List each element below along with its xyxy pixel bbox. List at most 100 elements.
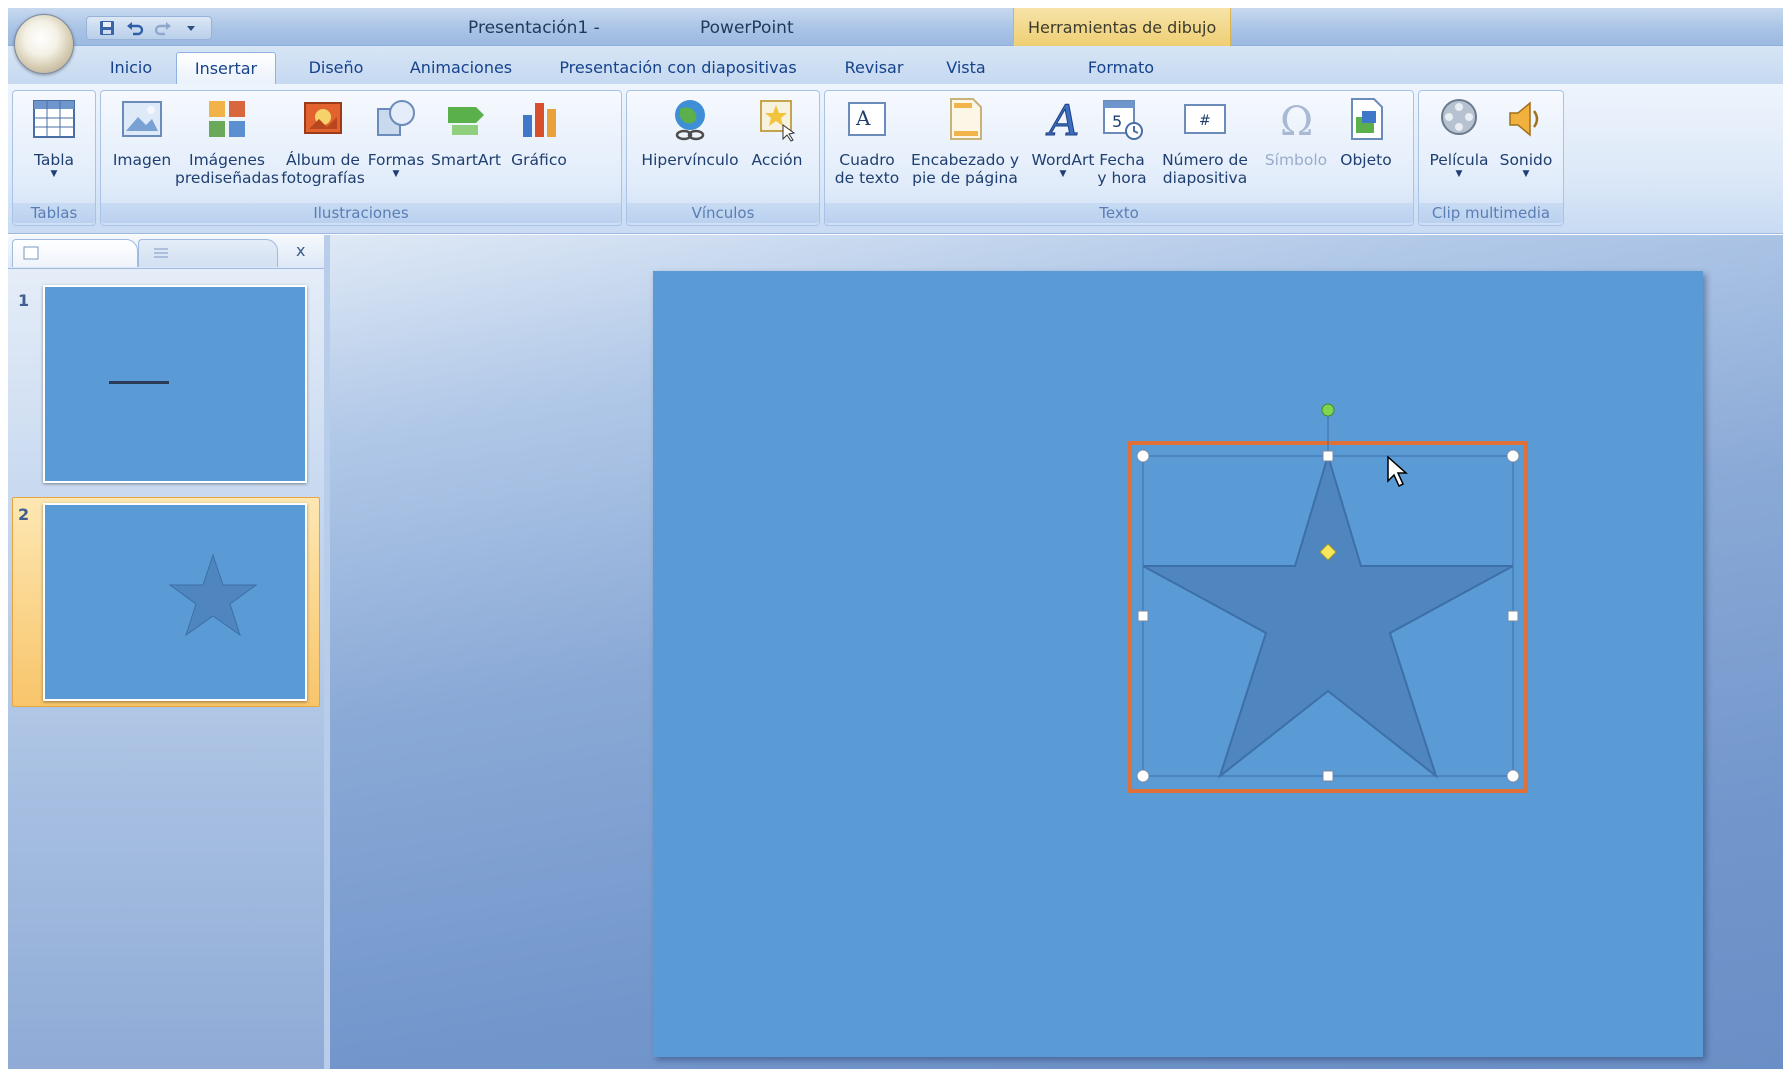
simbolo-button[interactable]: Ω Símbolo bbox=[1259, 95, 1333, 169]
svg-text:5: 5 bbox=[1112, 112, 1122, 131]
undo-icon[interactable] bbox=[125, 19, 145, 37]
svg-text:A: A bbox=[855, 106, 871, 130]
chevron-down-icon: ▼ bbox=[392, 169, 400, 179]
tab-insertar[interactable]: Insertar bbox=[176, 52, 276, 84]
redo-icon[interactable] bbox=[153, 19, 173, 37]
smartart-button[interactable]: SmartArt bbox=[421, 95, 511, 169]
document-title: Presentación1 - bbox=[468, 18, 600, 38]
slide-editor bbox=[330, 235, 1783, 1069]
fecha-label-1: Fecha bbox=[1099, 151, 1145, 169]
photo-album-icon bbox=[304, 102, 342, 134]
group-tablas: Tabla ▼ Tablas bbox=[12, 90, 96, 226]
save-icon[interactable] bbox=[97, 19, 117, 37]
svg-text:#: # bbox=[1199, 113, 1211, 129]
pelicula-label: Película bbox=[1429, 151, 1489, 169]
table-icon bbox=[33, 100, 75, 138]
resize-handle-top[interactable] bbox=[1322, 450, 1334, 462]
grafico-button[interactable]: Gráfico bbox=[499, 95, 579, 169]
action-icon bbox=[760, 100, 796, 142]
resize-handle-left[interactable] bbox=[1137, 610, 1149, 622]
customize-icon[interactable] bbox=[181, 19, 201, 37]
cuadro-de-texto-button[interactable]: A Cuadro de texto bbox=[829, 95, 905, 187]
resize-handle-bottom[interactable] bbox=[1322, 770, 1334, 782]
group-label-vinculos: Vínculos bbox=[627, 203, 819, 223]
group-label-texto: Texto bbox=[825, 203, 1413, 223]
clipart-icon bbox=[209, 101, 245, 137]
chart-icon bbox=[523, 103, 556, 137]
group-texto: A Cuadro de texto Encabezado y pie de pá… bbox=[824, 90, 1414, 226]
group-vinculos: Hipervínculo Acción Vínculos bbox=[626, 90, 820, 226]
numero-label-1: Número de bbox=[1162, 151, 1248, 169]
sonido-label: Sonido bbox=[1499, 151, 1553, 169]
rotation-handle[interactable] bbox=[1321, 403, 1335, 417]
group-clip-multimedia: Película ▼ Sonido ▼ Clip multimedia bbox=[1418, 90, 1564, 226]
grafico-label: Gráfico bbox=[511, 151, 567, 169]
close-icon[interactable]: x bbox=[296, 241, 305, 260]
omega-icon: Ω bbox=[1280, 99, 1313, 143]
tabla-label: Tabla bbox=[33, 151, 75, 169]
cuadro-label-1: Cuadro bbox=[839, 151, 895, 169]
slide-thumbnails-icon bbox=[23, 246, 39, 260]
tab-animaciones[interactable]: Animaciones bbox=[396, 52, 526, 84]
mouse-cursor-icon bbox=[1387, 455, 1408, 488]
slide-number-1: 1 bbox=[18, 291, 30, 310]
resize-handle-bottom-right[interactable] bbox=[1506, 769, 1520, 783]
chevron-down-icon: ▼ bbox=[50, 169, 58, 179]
thumbnail-star bbox=[168, 553, 258, 637]
header-footer-icon bbox=[950, 98, 982, 140]
tab-inicio[interactable]: Inicio bbox=[96, 52, 166, 84]
office-button[interactable] bbox=[14, 14, 74, 74]
fecha-hora-button[interactable]: 5 Fecha y hora bbox=[1087, 95, 1157, 187]
star-shape[interactable] bbox=[1142, 452, 1514, 779]
wordart-icon: A bbox=[1045, 96, 1080, 144]
slides-pane: x 1 2 bbox=[8, 235, 330, 1069]
group-label-tablas: Tablas bbox=[13, 203, 95, 223]
contextual-tools-label: Herramientas de dibujo bbox=[1028, 18, 1217, 37]
quick-access-toolbar bbox=[86, 16, 212, 40]
hipervinculo-label: Hipervínculo bbox=[641, 151, 739, 169]
shapes-icon bbox=[377, 100, 415, 136]
tab-vista[interactable]: Vista bbox=[936, 52, 996, 84]
simbolo-label: Símbolo bbox=[1264, 151, 1328, 169]
slide-thumbnail-1[interactable] bbox=[43, 285, 307, 483]
text-box-icon: A bbox=[848, 102, 886, 136]
tab-presentacion[interactable]: Presentación con diapositivas bbox=[548, 52, 808, 84]
outline-icon bbox=[154, 248, 168, 258]
resize-handle-top-right[interactable] bbox=[1506, 449, 1520, 463]
current-slide[interactable] bbox=[653, 271, 1703, 1057]
resize-handle-right[interactable] bbox=[1507, 610, 1519, 622]
numero-label-2: diapositiva bbox=[1162, 169, 1248, 187]
group-ilustraciones: Imagen Imágenes prediseñadas Álbum de fo… bbox=[100, 90, 622, 226]
tab-outline[interactable] bbox=[138, 239, 278, 267]
encabezado-label-2: pie de página bbox=[912, 169, 1018, 187]
imagen-button[interactable]: Imagen bbox=[105, 95, 179, 169]
resize-handle-bottom-left[interactable] bbox=[1136, 769, 1150, 783]
accion-button[interactable]: Acción bbox=[739, 95, 815, 169]
numero-diapositiva-button[interactable]: # Número de diapositiva bbox=[1151, 95, 1259, 187]
slide-canvas bbox=[1128, 403, 1528, 793]
cuadro-label-2: de texto bbox=[834, 169, 900, 187]
tabla-button[interactable]: Tabla ▼ bbox=[19, 95, 89, 179]
tab-diseno[interactable]: Diseño bbox=[296, 52, 376, 84]
svg-text:Ω: Ω bbox=[1280, 99, 1313, 143]
imagenes-label-2: prediseñadas bbox=[175, 169, 279, 187]
contextual-tab-header: Herramientas de dibujo bbox=[1013, 8, 1231, 46]
svg-text:A: A bbox=[1045, 96, 1079, 143]
powerpoint-window: Presentación1 - PowerPoint Herramientas … bbox=[8, 8, 1783, 1069]
tab-formato[interactable]: Formato bbox=[1076, 52, 1166, 84]
calendar-clock-icon: 5 bbox=[1103, 100, 1143, 140]
imagenes-prediseñadas-button[interactable]: Imágenes prediseñadas bbox=[173, 95, 281, 187]
speaker-icon bbox=[1509, 101, 1539, 137]
encabezado-button[interactable]: Encabezado y pie de página bbox=[907, 95, 1023, 187]
objeto-button[interactable]: Objeto bbox=[1329, 95, 1403, 169]
slide-number-icon: # bbox=[1184, 104, 1226, 134]
imagen-label: Imagen bbox=[112, 151, 172, 169]
sonido-button[interactable]: Sonido ▼ bbox=[1491, 95, 1561, 179]
slide-thumbnail-2[interactable] bbox=[43, 503, 307, 701]
tab-slides[interactable] bbox=[12, 239, 138, 267]
tab-revisar[interactable]: Revisar bbox=[834, 52, 914, 84]
pelicula-button[interactable]: Película ▼ bbox=[1423, 95, 1495, 179]
resize-handle-top-left[interactable] bbox=[1136, 449, 1150, 463]
hipervinculo-button[interactable]: Hipervínculo bbox=[635, 95, 745, 169]
fecha-label-2: y hora bbox=[1097, 169, 1147, 187]
